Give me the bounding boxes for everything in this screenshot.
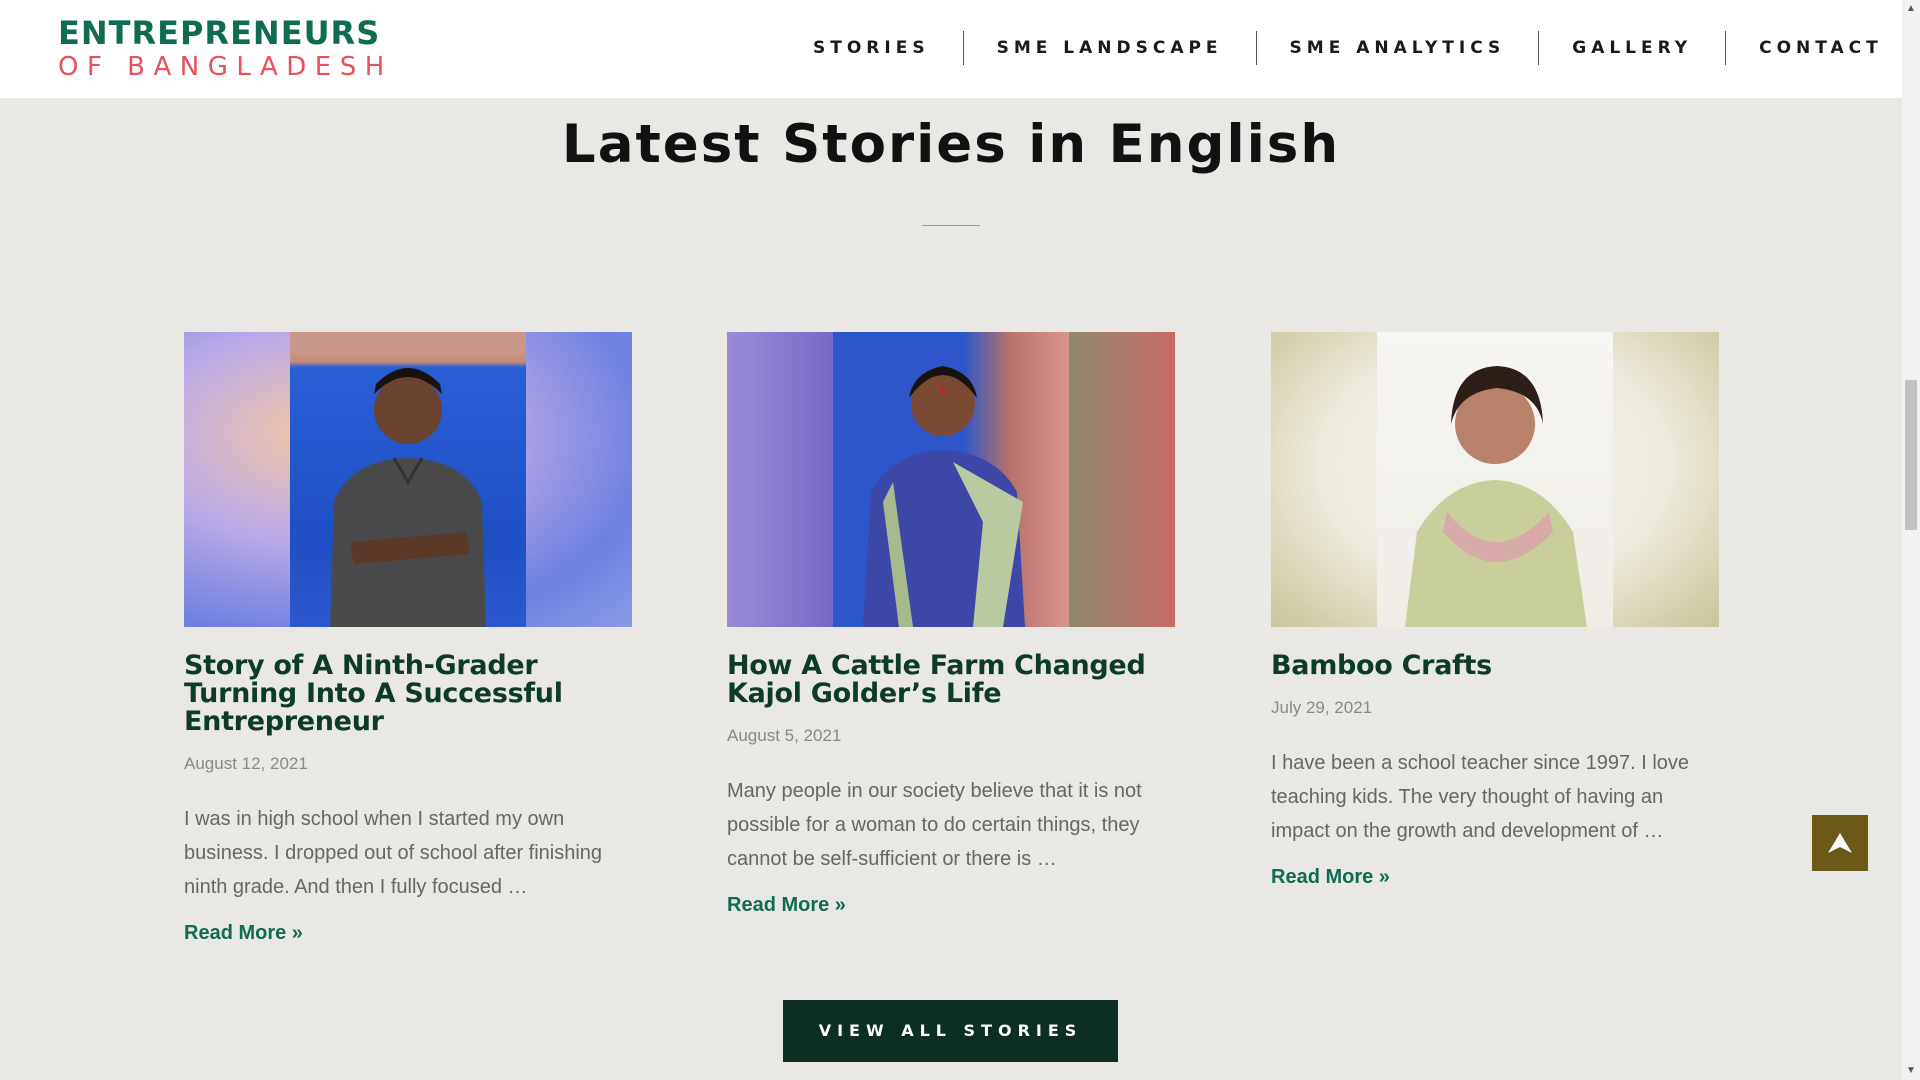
back-to-top-button[interactable] (1812, 815, 1868, 871)
story-card: Bamboo Crafts July 29, 2021 I have been … (1271, 332, 1719, 889)
portrait-photo (290, 332, 526, 627)
person-icon (290, 332, 526, 627)
story-image[interactable] (1271, 332, 1719, 627)
story-card: How A Cattle Farm Changed Kajol Golder’s… (727, 332, 1175, 917)
person-icon (1405, 366, 1587, 627)
story-title[interactable]: Story of A Ninth-Grader Turning Into A S… (184, 652, 632, 736)
scroll-down-arrow-icon[interactable]: ▼ (1902, 1062, 1920, 1080)
view-all-stories-button[interactable]: VIEW ALL STORIES (783, 1000, 1118, 1062)
read-more-link[interactable]: Read More » (727, 894, 846, 917)
story-title[interactable]: How A Cattle Farm Changed Kajol Golder’s… (727, 652, 1175, 708)
portrait-photo (1377, 332, 1613, 627)
story-excerpt: I was in high school when I started my o… (184, 808, 603, 898)
story-date: July 29, 2021 (1271, 698, 1373, 717)
read-more-link[interactable]: Read More » (1271, 866, 1390, 889)
nav-item-gallery[interactable]: GALLERY (1539, 38, 1725, 58)
logo-line-1: ENTREPRENEURS (58, 14, 381, 52)
scroll-up-arrow-icon[interactable]: ▲ (1902, 0, 1920, 18)
scrollbar-thumb[interactable] (1905, 380, 1917, 530)
nav-item-sme-landscape[interactable]: SME LANDSCAPE (964, 38, 1256, 58)
nav-item-contact[interactable]: CONTACT (1726, 38, 1916, 58)
portrait-photo (833, 332, 1069, 627)
title-divider (922, 225, 980, 226)
main-nav: STORIES SME LANDSCAPE SME ANALYTICS GALL… (780, 28, 1916, 68)
story-image[interactable] (184, 332, 632, 627)
vertical-scrollbar[interactable]: ▲ ▼ (1902, 0, 1920, 1080)
site-logo[interactable]: ENTREPRENEURS OF BANGLADESH (58, 16, 393, 84)
read-more-link[interactable]: Read More » (184, 922, 303, 945)
section-title: Latest Stories in English (561, 114, 1341, 175)
logo-line-2: OF BANGLADESH (58, 52, 393, 82)
nav-item-sme-analytics[interactable]: SME ANALYTICS (1257, 38, 1539, 58)
person-icon (863, 366, 1025, 627)
story-date: August 5, 2021 (727, 726, 842, 745)
story-excerpt: I have been a school teacher since 1997.… (1271, 752, 1690, 842)
nav-item-stories[interactable]: STORIES (780, 38, 963, 58)
story-title[interactable]: Bamboo Crafts (1271, 652, 1719, 680)
story-date: August 12, 2021 (184, 754, 308, 773)
story-card: Story of A Ninth-Grader Turning Into A S… (184, 332, 632, 945)
story-image[interactable] (727, 332, 1175, 627)
arrow-up-icon (1828, 833, 1852, 853)
story-excerpt: Many people in our society believe that … (727, 780, 1142, 870)
site-header: ENTREPRENEURS OF BANGLADESH STORIES SME … (0, 0, 1902, 98)
